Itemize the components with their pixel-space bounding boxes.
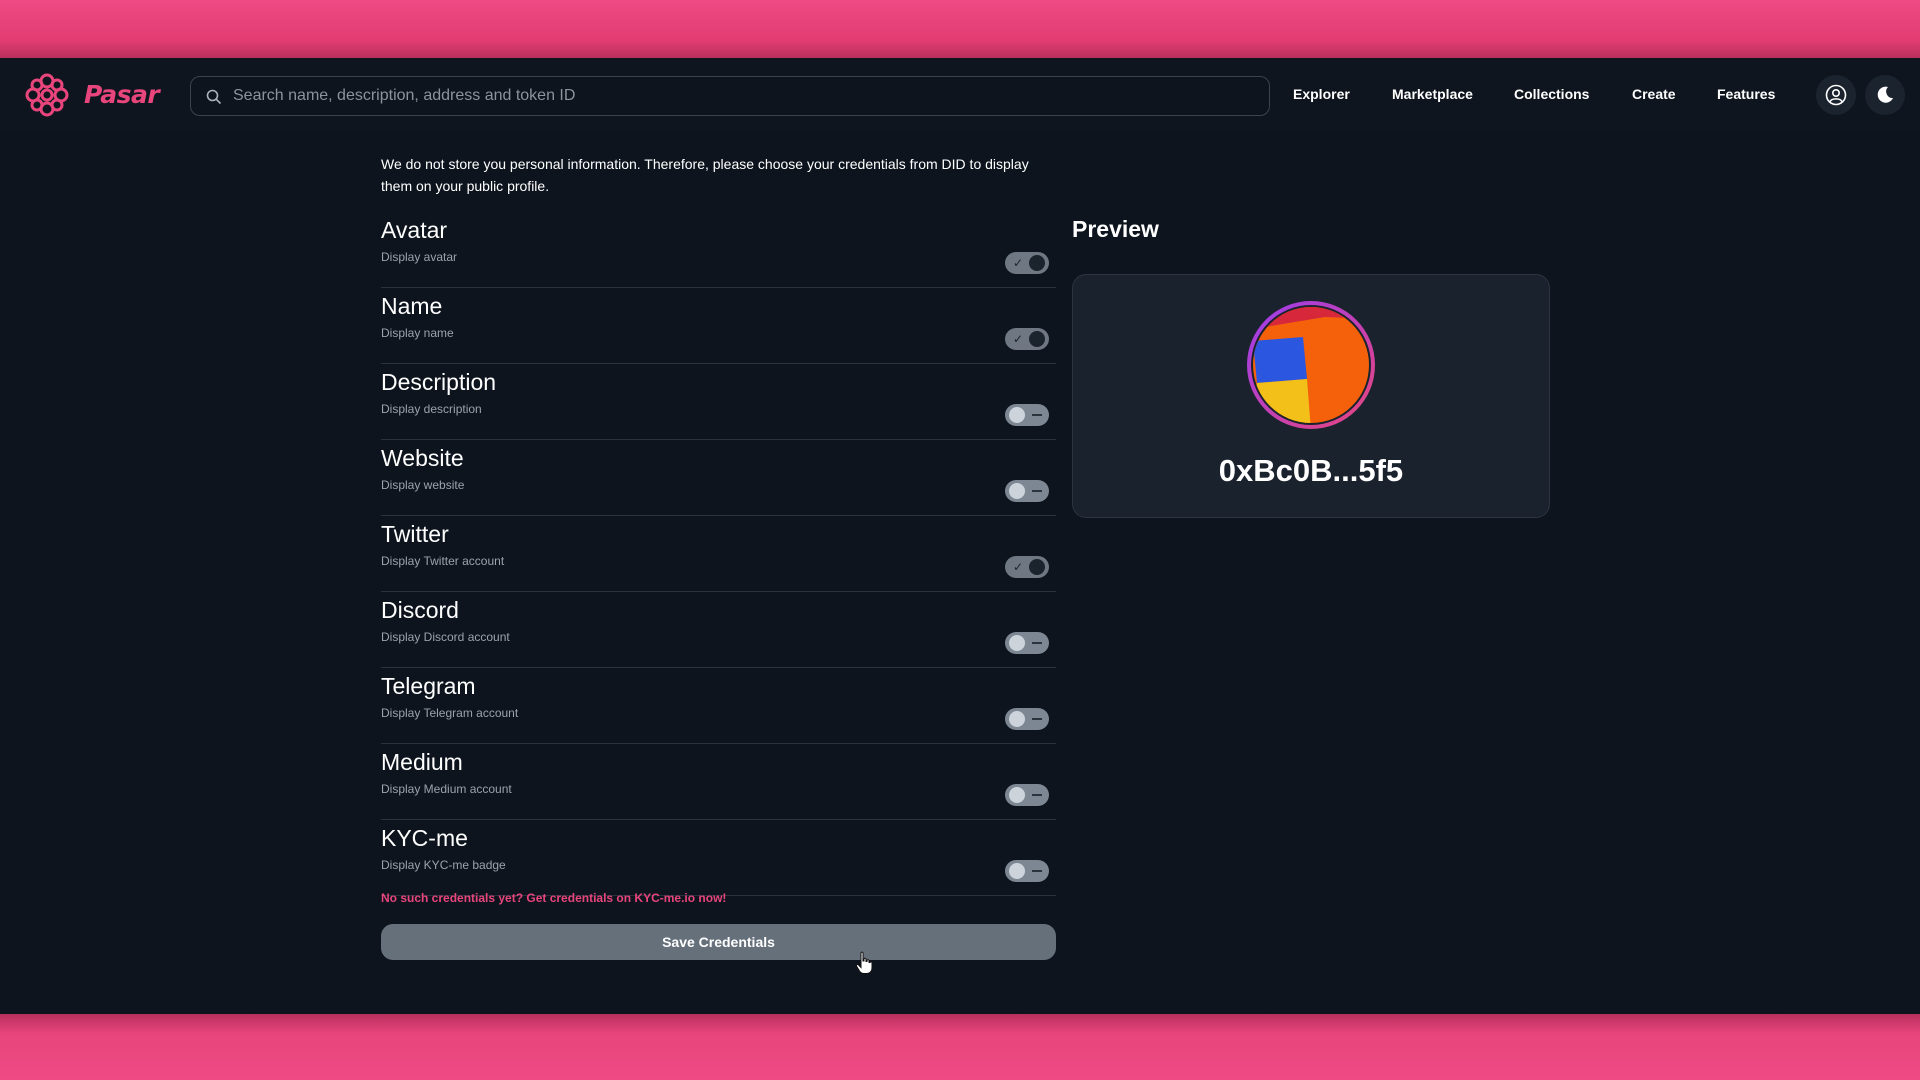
- website-toggle[interactable]: [1005, 480, 1049, 502]
- medium-toggle[interactable]: [1005, 784, 1049, 806]
- credential-row-kyc-me: KYC-me Display KYC-me badge: [381, 820, 1056, 896]
- avatar-toggle[interactable]: ✓: [1005, 252, 1049, 274]
- top-frame-bar: [0, 0, 1920, 58]
- kyc-me-link[interactable]: No such credentials yet? Get credentials…: [381, 891, 726, 905]
- nav-marketplace[interactable]: Marketplace: [1392, 86, 1473, 102]
- search-input[interactable]: [233, 87, 1269, 105]
- credential-row-website: Website Display website: [381, 440, 1056, 516]
- user-circle-icon: [1825, 84, 1847, 106]
- telegram-toggle[interactable]: [1005, 708, 1049, 730]
- header: Pasar Explorer Marketplace Collections C…: [0, 58, 1920, 132]
- credential-description: Display Twitter account: [381, 554, 505, 568]
- credential-row-description: Description Display description: [381, 364, 1056, 440]
- nav-collections[interactable]: Collections: [1514, 86, 1589, 102]
- credential-title: Description: [381, 369, 497, 395]
- hand-cursor-icon: [855, 951, 873, 974]
- brand-name[interactable]: Pasar: [84, 80, 160, 109]
- credential-row-name: Name Display name ✓: [381, 288, 1056, 364]
- nav-features[interactable]: Features: [1717, 86, 1775, 102]
- credential-description: Display Discord account: [381, 630, 510, 644]
- credential-title: Avatar: [381, 217, 448, 243]
- credential-row-discord: Discord Display Discord account: [381, 592, 1056, 668]
- discord-toggle[interactable]: [1005, 632, 1049, 654]
- avatar: [1247, 301, 1375, 429]
- theme-toggle-button[interactable]: [1865, 75, 1905, 115]
- intro-text: We do not store you personal information…: [381, 156, 1029, 194]
- credential-title: Medium: [381, 749, 463, 775]
- name-toggle[interactable]: ✓: [1005, 328, 1049, 350]
- credential-title: Name: [381, 293, 443, 319]
- description-toggle[interactable]: [1005, 404, 1049, 426]
- credential-title: Twitter: [381, 521, 449, 547]
- twitter-toggle[interactable]: ✓: [1005, 556, 1049, 578]
- app-screen: Pasar Explorer Marketplace Collections C…: [0, 58, 1920, 1014]
- credential-title: KYC-me: [381, 825, 468, 851]
- pasar-logo-icon[interactable]: [24, 72, 70, 118]
- preview-card: 0xBc0B...5f5: [1072, 274, 1550, 518]
- credential-description: Display description: [381, 402, 482, 416]
- credential-title: Discord: [381, 597, 459, 623]
- credential-description: Display website: [381, 478, 465, 492]
- credential-description: Display avatar: [381, 250, 458, 264]
- credentials-list: Avatar Display avatar ✓ Name Display nam…: [381, 212, 1056, 896]
- preview-title: Preview: [1072, 216, 1159, 242]
- credential-description: Display KYC-me badge: [381, 858, 506, 872]
- kyc-me-toggle[interactable]: [1005, 860, 1049, 882]
- credential-row-telegram: Telegram Display Telegram account: [381, 668, 1056, 744]
- search-bar[interactable]: [190, 76, 1270, 116]
- bottom-frame-bar: [0, 1014, 1920, 1080]
- credential-description: Display Telegram account: [381, 706, 519, 720]
- wallet-address: 0xBc0B...5f5: [1218, 453, 1404, 488]
- search-icon: [206, 89, 222, 105]
- credential-title: Telegram: [381, 673, 476, 699]
- save-credentials-button[interactable]: Save Credentials: [381, 924, 1056, 960]
- credential-row-avatar: Avatar Display avatar ✓: [381, 212, 1056, 288]
- credential-description: Display name: [381, 326, 454, 340]
- account-button[interactable]: [1816, 75, 1856, 115]
- moon-icon: [1877, 86, 1893, 103]
- credential-row-medium: Medium Display Medium account: [381, 744, 1056, 820]
- nav-explorer[interactable]: Explorer: [1293, 86, 1350, 102]
- credential-title: Website: [381, 445, 464, 471]
- credential-description: Display Medium account: [381, 782, 512, 796]
- nav-create[interactable]: Create: [1632, 86, 1676, 102]
- credential-row-twitter: Twitter Display Twitter account ✓: [381, 516, 1056, 592]
